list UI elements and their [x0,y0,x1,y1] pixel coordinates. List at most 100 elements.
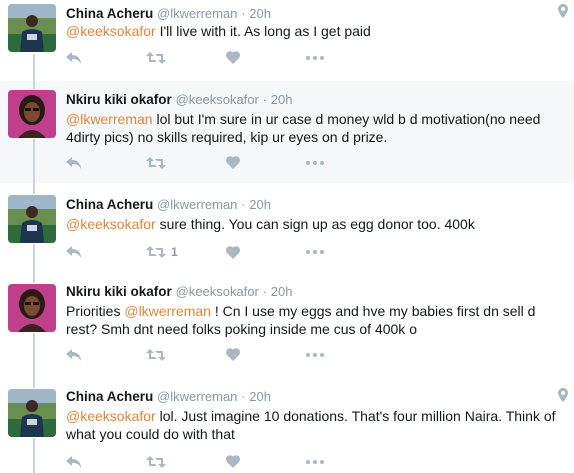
user-handle[interactable]: @lkwerreman [157,197,237,212]
like-button[interactable] [226,455,306,468]
tweet[interactable]: China Acheru @lkwerreman · 20h @keeksoka… [0,0,574,78]
tweet-text: Priorities @lkwerreman ! Cn I use my egg… [66,302,566,338]
retweet-icon [146,156,166,169]
mention-link[interactable]: @keeksokafor [66,216,156,232]
retweet-icon [146,348,166,361]
tweet-text: @keeksokafor lol. Just imagine 10 donati… [66,407,566,443]
reply-icon [66,156,82,169]
reply-button[interactable] [66,51,146,64]
conversation-thread: China Acheru @lkwerreman · 20h @keeksoka… [0,0,574,473]
location-icon[interactable] [558,388,568,407]
like-icon [226,348,240,361]
reply-icon [66,348,82,361]
like-button[interactable] [226,245,306,259]
tweet-text: @keeksokafor sure thing. You can sign up… [66,215,566,233]
display-name[interactable]: China Acheru [66,197,153,212]
tweet-actions [66,348,386,361]
thread-line [33,438,35,473]
avatar[interactable] [8,90,56,138]
tweet-header: China Acheru @lkwerreman · 20h [66,6,271,21]
tweet-header: China Acheru @lkwerreman · 20h [66,197,271,212]
tweet-timestamp[interactable]: 20h [249,197,271,212]
tweet-header: Nkiru kiki okafor @keeksokafor · 20h [66,92,292,107]
tweet-header: China Acheru @lkwerreman · 20h [66,389,271,404]
display-name[interactable]: Nkiru kiki okafor [66,284,172,299]
retweet-button[interactable] [146,51,226,64]
like-button[interactable] [226,348,306,361]
user-handle[interactable]: @lkwerreman [157,389,237,404]
avatar[interactable] [8,284,56,332]
user-handle[interactable]: @keeksokafor [176,284,259,299]
like-button[interactable] [226,51,306,64]
reply-button[interactable] [66,156,146,169]
thread-line [33,272,35,283]
tweet-prefix: Priorities [66,303,125,319]
mention-link[interactable]: @lkwerreman [66,111,153,127]
tweet-timestamp[interactable]: 20h [249,6,271,21]
display-name[interactable]: Nkiru kiki okafor [66,92,172,107]
more-icon [306,160,324,165]
retweet-button[interactable] [146,455,226,468]
thread-line [33,333,35,377]
avatar[interactable] [8,389,56,437]
more-button[interactable] [306,160,386,165]
separator-dot: · [262,92,267,107]
tweet[interactable]: Nkiru kiki okafor @keeksokafor · 20h Pri… [0,272,574,377]
thread-line [33,78,35,89]
more-icon [306,250,324,254]
thread-line [33,54,35,78]
mention-link[interactable]: @keeksokafor [66,408,156,424]
reply-icon [66,51,82,64]
tweet-timestamp[interactable]: 20h [271,92,293,107]
retweet-button[interactable] [146,348,226,361]
tweet[interactable]: China Acheru @lkwerreman · 20h @keeksoka… [0,377,574,473]
tweet-timestamp[interactable]: 20h [249,389,271,404]
retweet-icon [146,455,166,468]
more-button[interactable] [306,55,386,60]
retweet-count: 1 [171,245,178,259]
avatar[interactable] [8,195,56,243]
user-handle[interactable]: @lkwerreman [157,6,237,21]
reply-icon [66,246,82,258]
more-icon [306,459,324,464]
display-name[interactable]: China Acheru [66,6,153,21]
more-button[interactable] [306,352,386,357]
like-icon [226,51,240,64]
tweet[interactable]: China Acheru @lkwerreman · 20h @keeksoka… [0,183,574,272]
reply-icon [66,455,82,468]
tweet-text: @keeksokafor I'll live with it. As long … [66,22,566,40]
thread-line [33,244,35,272]
thread-line [33,183,35,194]
tweet-text: @lkwerreman lol but I'm sure in ur case … [66,110,566,146]
tweet-body: I'll live with it. As long as I get paid [155,23,371,39]
tweet-timestamp[interactable]: 20h [271,284,293,299]
tweet-actions [66,51,386,64]
reply-button[interactable] [66,246,146,258]
tweet-actions: 1 [66,245,386,259]
more-icon [306,55,324,60]
avatar[interactable] [8,4,56,52]
mention-link[interactable]: @keeksokafor [66,23,156,39]
display-name[interactable]: China Acheru [66,389,153,404]
reply-button[interactable] [66,455,146,468]
more-button[interactable] [306,459,386,464]
tweet[interactable]: Nkiru kiki okafor @keeksokafor · 20h @lk… [0,78,574,183]
like-icon [226,245,240,259]
more-button[interactable] [306,250,386,254]
user-handle[interactable]: @keeksokafor [176,92,259,107]
separator-dot: · [241,6,246,21]
reply-button[interactable] [66,348,146,361]
tweet-header: Nkiru kiki okafor @keeksokafor · 20h [66,284,292,299]
retweet-icon [146,51,166,64]
retweet-icon [146,246,166,258]
like-icon [226,455,240,468]
location-icon[interactable] [558,4,568,23]
retweet-button[interactable]: 1 [146,245,226,259]
separator-dot: · [262,284,267,299]
like-button[interactable] [226,156,306,169]
tweet-actions [66,455,386,468]
retweet-button[interactable] [146,156,226,169]
like-icon [226,156,240,169]
mention-link[interactable]: @lkwerreman [124,303,211,319]
more-icon [306,352,324,357]
